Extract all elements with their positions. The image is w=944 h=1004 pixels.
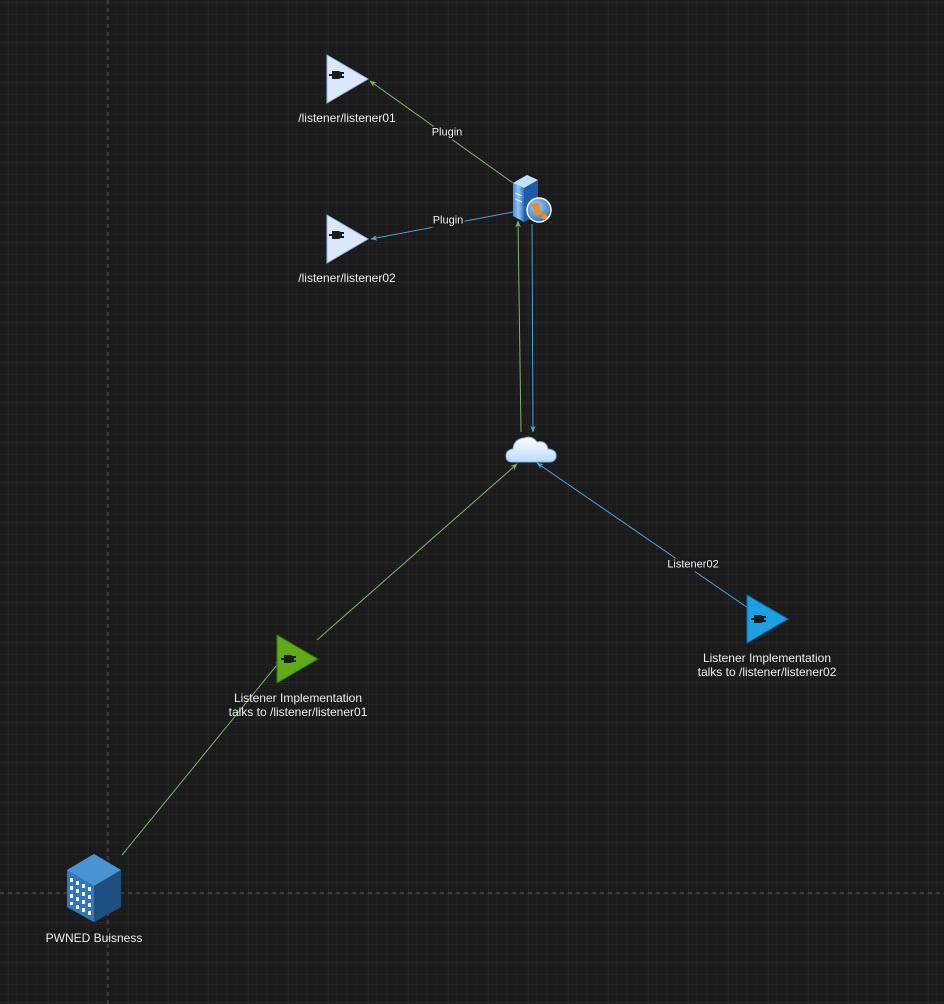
- diagram-canvas[interactable]: [0, 0, 944, 1004]
- grid: [0, 0, 944, 1004]
